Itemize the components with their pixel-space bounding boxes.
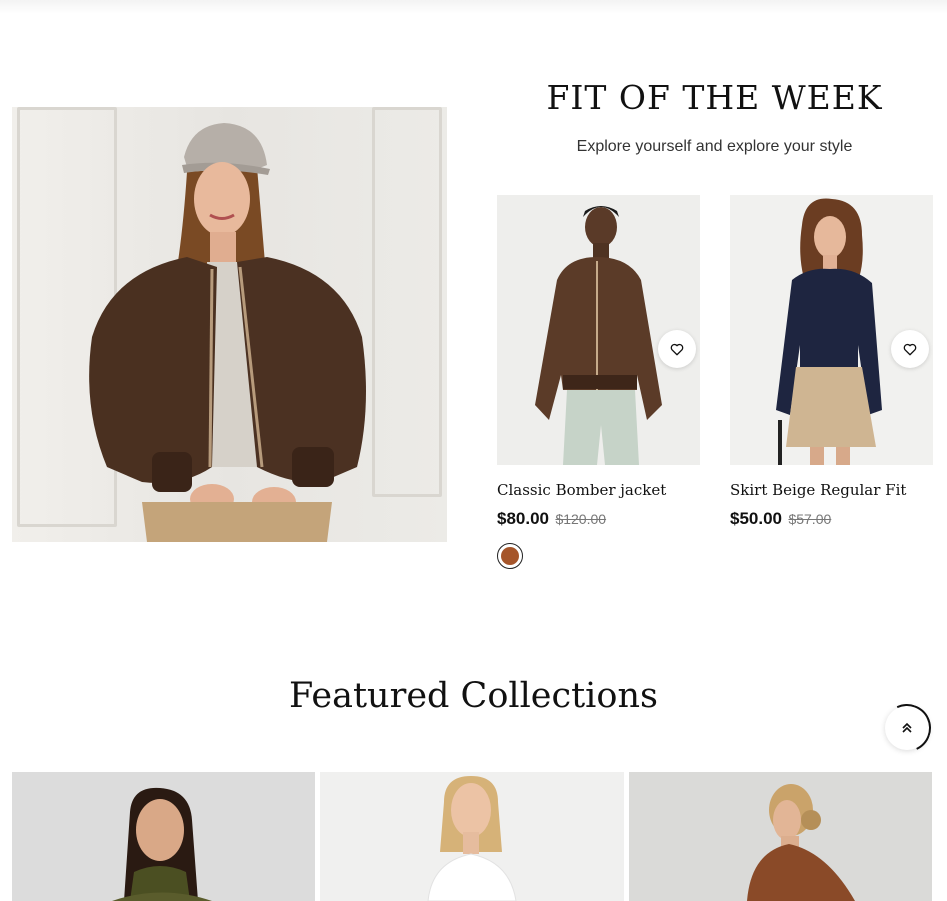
product-card[interactable]: Skirt Beige Regular Fit $50.00 $57.00 [730,195,933,529]
color-swatch[interactable] [497,543,523,569]
product-card[interactable]: Classic Bomber jacket $80.00 $120.00 [497,195,700,569]
product-old-price: $57.00 [788,511,832,527]
wishlist-button[interactable] [891,330,929,368]
product-price: $80.00 [497,509,549,528]
hero-image[interactable] [12,107,447,542]
product-prices: $50.00 $57.00 [730,509,933,529]
collection-tile[interactable] [629,772,932,901]
product-prices: $80.00 $120.00 [497,509,700,529]
scroll-to-top-button[interactable] [876,697,938,759]
product-name[interactable]: Skirt Beige Regular Fit [730,481,933,499]
heart-icon [670,343,684,355]
section-subtitle: Explore yourself and explore your style [576,138,853,155]
collection-tile[interactable] [320,772,624,901]
header-shadow [0,0,947,14]
product-image[interactable] [497,195,700,465]
wishlist-button[interactable] [658,330,696,368]
collection-tile[interactable] [12,772,315,901]
heart-icon [903,343,917,355]
section-title: FIT OF THE WEEK [546,78,883,117]
product-name[interactable]: Classic Bomber jacket [497,481,700,499]
product-price: $50.00 [730,509,782,528]
product-old-price: $120.00 [555,511,607,527]
product-image[interactable] [730,195,933,465]
featured-title: Featured Collections [289,676,658,716]
